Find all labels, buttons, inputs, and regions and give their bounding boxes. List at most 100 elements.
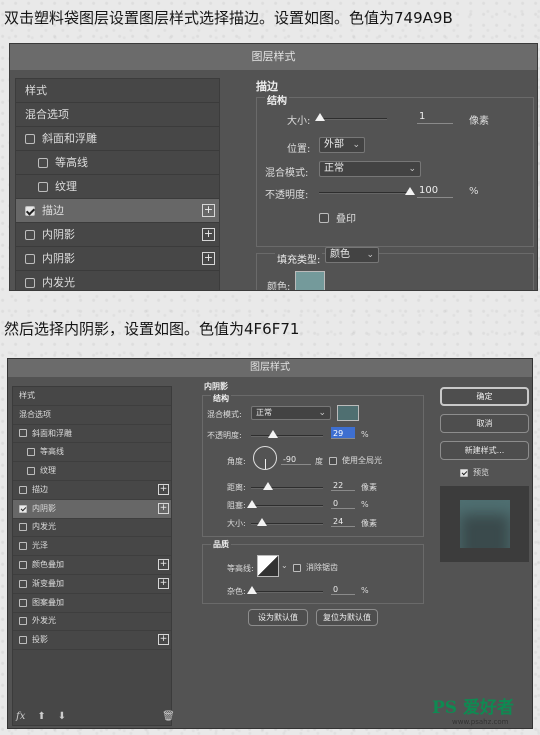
cancel-button[interactable]: 取消 [440,414,529,433]
style-list-item[interactable]: 等高线 [13,443,171,463]
style-list-item[interactable]: 混合选项 [16,103,219,127]
style-list-item[interactable]: 渐变叠加 + [13,575,171,594]
blend-mode-dropdown[interactable]: 正常 ⌄ [319,161,421,177]
style-list-item[interactable]: 样式 [16,79,219,103]
global-light-box[interactable] [329,456,337,465]
style-checkbox[interactable] [19,598,27,607]
distance-slider-knob[interactable] [263,482,273,490]
style-list-item[interactable]: 描边 + [16,199,219,223]
style-list-item[interactable]: 斜面和浮雕 [13,425,171,444]
blend-mode-dropdown[interactable]: 正常 ⌄ [251,406,331,420]
global-light-checkbox[interactable]: 使用全局光 [329,455,382,466]
noise-slider-knob[interactable] [247,586,257,594]
style-checkbox[interactable] [25,229,35,240]
new-style-button[interactable]: 新建样式... [440,441,529,460]
style-list-item[interactable]: 混合选项 [13,406,171,425]
style-checkbox[interactable] [19,617,27,626]
preview-checkbox[interactable]: 预览 [460,467,489,478]
style-list-item[interactable]: 内阴影 + [16,223,219,247]
fill-type-dropdown[interactable]: 颜色 ⌄ [325,247,379,263]
angle-field[interactable]: -90 [281,453,311,465]
style-list-item[interactable]: 投影 + [13,631,171,651]
style-checkbox[interactable] [19,542,27,551]
add-icon[interactable]: + [158,634,169,646]
opacity-slider-knob[interactable] [405,187,415,195]
style-list-item[interactable]: 颜色叠加 + [13,556,171,575]
style-list-item[interactable]: 内阴影 + [16,247,219,271]
style-checkbox[interactable] [25,205,35,216]
noise-slider[interactable] [247,586,323,594]
ok-button[interactable]: 确定 [440,387,529,406]
style-list-item[interactable]: 内发光 [13,519,171,538]
arrow-down-icon[interactable]: ⬇ [58,711,66,722]
style-checkbox[interactable] [25,253,35,264]
set-default-button[interactable]: 设为默认值 [248,609,308,626]
antialias-box[interactable] [293,563,301,572]
add-icon[interactable]: + [158,502,169,514]
add-icon[interactable]: + [158,559,169,571]
chevron-down-icon[interactable]: ⌄ [281,561,288,570]
add-icon[interactable]: + [158,483,169,495]
overprint-box[interactable] [319,212,329,223]
reset-default-button[interactable]: 复位为默认值 [316,609,378,626]
style-checkbox[interactable] [25,133,35,144]
opacity-slider[interactable] [319,187,415,195]
distance-unit: 像素 [361,483,377,492]
opacity-slider-knob[interactable] [268,430,278,438]
trash-icon[interactable]: 🗑 [162,711,175,722]
add-icon[interactable]: + [158,577,169,589]
style-checkbox[interactable] [19,579,27,588]
fx-icon[interactable]: fx [16,711,25,722]
style-list-item[interactable]: 光泽 [13,537,171,557]
choke-slider-knob[interactable] [247,500,257,508]
size-field[interactable]: 24 [331,515,355,527]
style-checkbox[interactable] [25,277,35,288]
style-list-label: 斜面和浮雕 [32,428,72,438]
opacity-slider[interactable] [251,430,323,438]
style-list-item[interactable]: 纹理 [13,462,171,481]
opacity-field[interactable]: 100 [417,184,453,198]
style-checkbox[interactable] [38,181,48,192]
style-checkbox[interactable] [19,561,27,570]
angle-dial[interactable] [253,446,277,470]
antialias-checkbox[interactable]: 消除锯齿 [293,562,338,573]
style-checkbox[interactable] [19,429,27,438]
style-list-item[interactable]: 描边 + [13,481,171,500]
style-checkbox[interactable] [19,636,27,645]
style-checkbox[interactable] [19,523,27,532]
distance-field[interactable]: 22 [331,479,355,491]
shadow-color-swatch[interactable] [337,405,359,421]
add-icon[interactable]: + [202,228,215,241]
stroke-color-swatch[interactable] [295,271,325,290]
style-list-item[interactable]: 图案叠加 [13,594,171,613]
preview-box[interactable] [460,468,468,477]
overprint-checkbox[interactable]: 叠印 [319,210,356,225]
noise-field[interactable]: 0 [331,583,355,595]
opacity-field[interactable]: 29 [331,427,355,439]
style-checkbox[interactable] [19,485,27,494]
style-list-item[interactable]: 内阴影 + [13,499,171,519]
style-list-item[interactable]: 外发光 [13,613,171,632]
style-list-item[interactable]: 等高线 [16,151,219,175]
contour-preview[interactable] [257,555,279,577]
add-icon[interactable]: + [202,204,215,217]
position-dropdown[interactable]: 外部 ⌄ [319,137,365,153]
size-slider[interactable] [251,518,323,526]
style-checkbox[interactable] [38,157,48,168]
style-list-item[interactable]: 斜面和浮雕 [16,127,219,151]
style-list-item[interactable]: 内发光 [16,271,219,290]
arrow-up-icon[interactable]: ⬆ [37,711,45,722]
choke-field[interactable]: 0 [331,497,355,509]
add-icon[interactable]: + [202,252,215,265]
style-checkbox[interactable] [27,448,35,457]
style-list-item[interactable]: 样式 [13,387,171,406]
size-slider[interactable] [315,113,387,121]
size-slider-knob[interactable] [257,518,267,526]
style-checkbox[interactable] [19,504,27,513]
size-slider-knob[interactable] [315,113,325,121]
size-field[interactable]: 1 [417,110,453,124]
distance-slider[interactable] [251,482,323,490]
choke-slider[interactable] [247,500,323,508]
style-checkbox[interactable] [27,467,35,476]
style-list-item[interactable]: 纹理 [16,175,219,199]
